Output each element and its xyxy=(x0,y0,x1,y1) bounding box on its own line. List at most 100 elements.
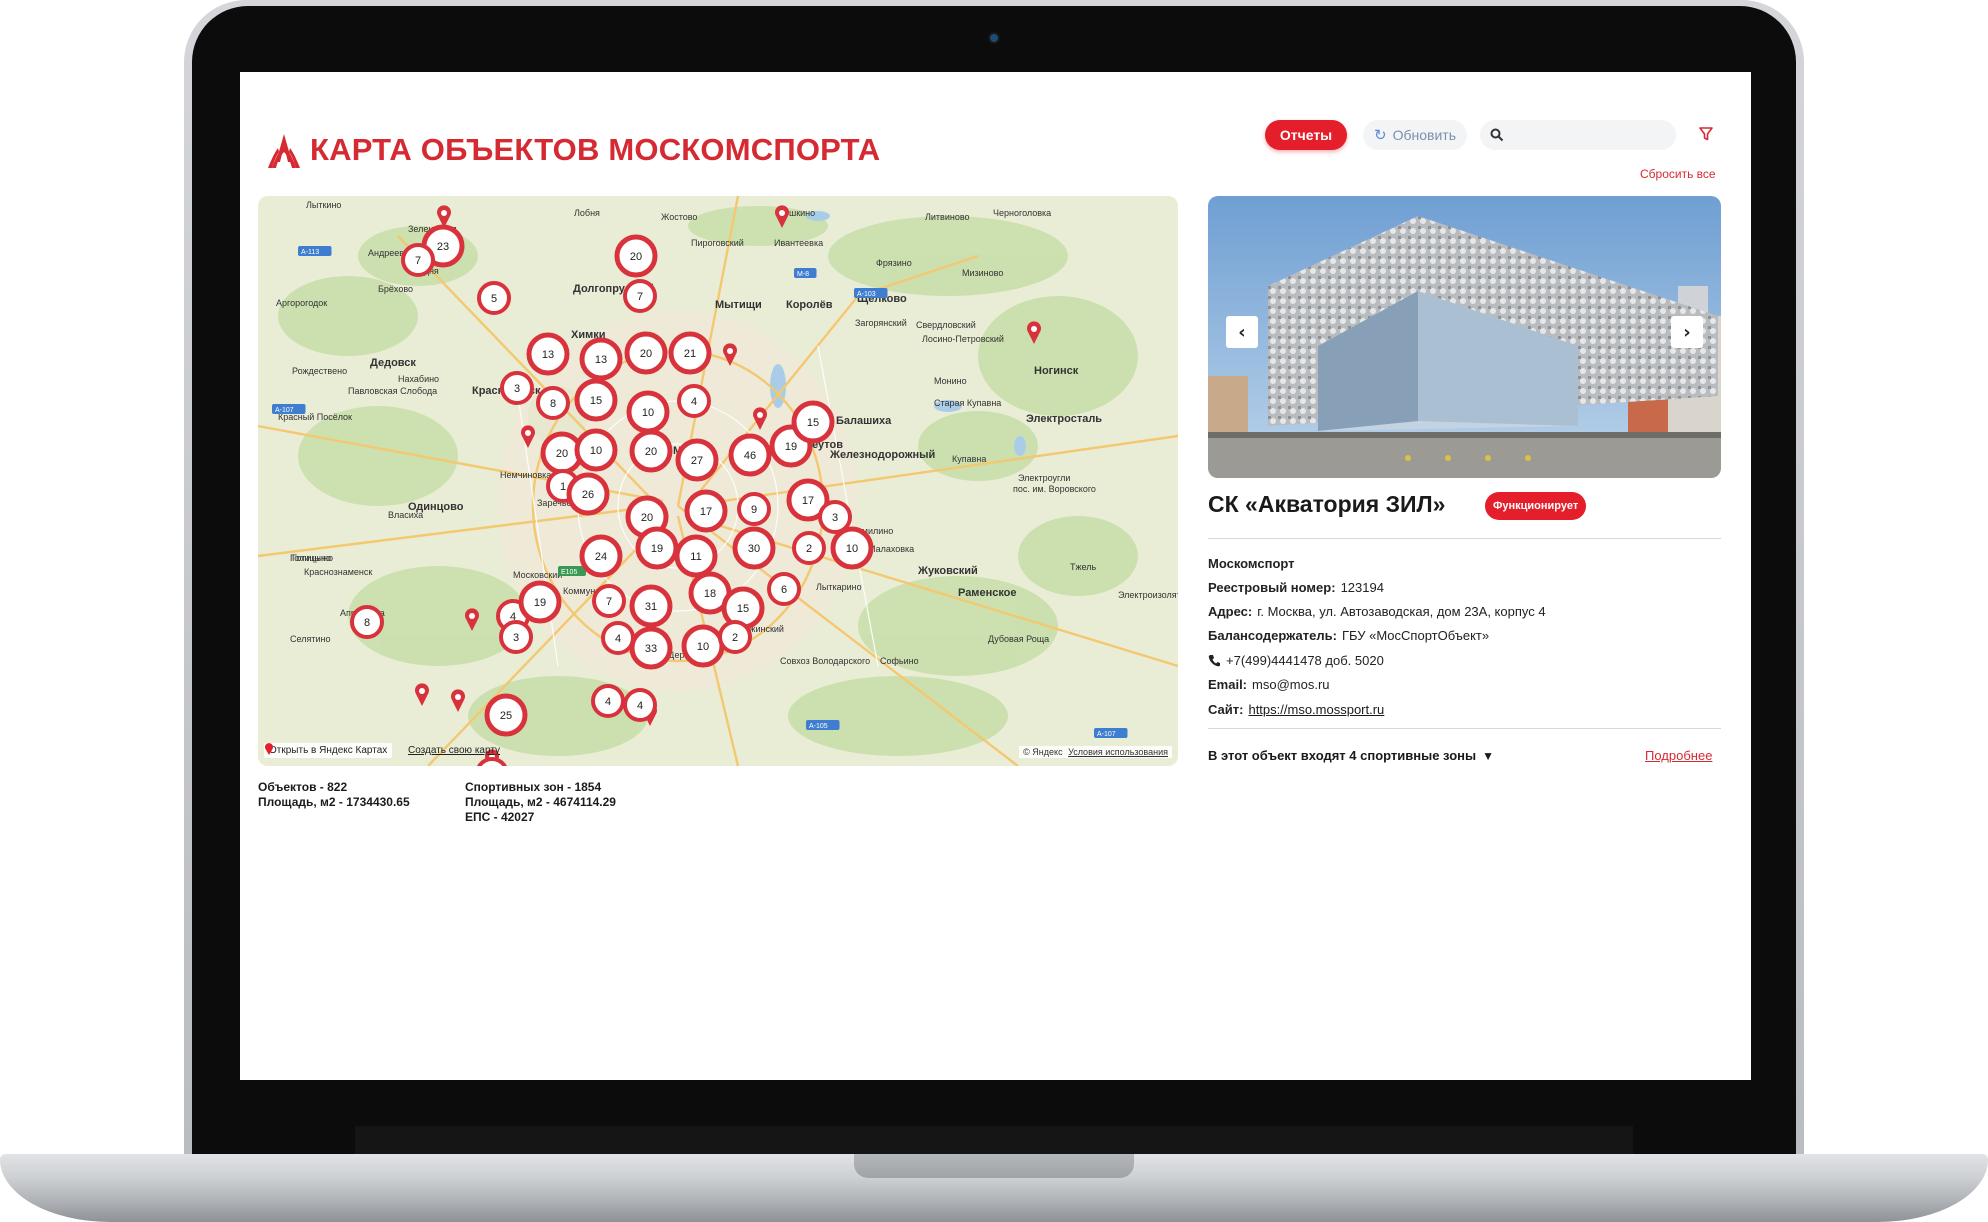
map-cluster[interactable]: 10 xyxy=(626,390,670,434)
photo-prev-button[interactable]: ‹ xyxy=(1226,316,1258,348)
place-label: Лобня xyxy=(574,208,600,218)
building-photo xyxy=(1208,196,1721,478)
svg-text:A-113: A-113 xyxy=(301,249,319,256)
holder-label: Балансодержатель: xyxy=(1208,628,1337,643)
map-cluster[interactable]: 4 xyxy=(601,621,635,655)
reset-all-link[interactable]: Сбросить все xyxy=(1640,167,1716,181)
map-cluster[interactable]: 20 xyxy=(614,234,658,278)
reports-button[interactable]: Отчеты xyxy=(1265,120,1347,150)
map-cluster[interactable]: 2 xyxy=(718,620,752,654)
map-cluster[interactable]: 19 xyxy=(635,526,679,570)
map-cluster[interactable]: 3 xyxy=(818,500,852,534)
email-value[interactable]: mso@mos.ru xyxy=(1252,677,1330,692)
filter-icon[interactable] xyxy=(1698,126,1714,142)
map-cluster[interactable]: 10 xyxy=(830,526,874,570)
photo-next-button[interactable]: › xyxy=(1671,316,1703,348)
more-details-link[interactable]: Подробнее xyxy=(1645,748,1712,763)
map-cluster[interactable]: 13 xyxy=(579,337,623,381)
page-title: КАРТА ОБЪЕКТОВ МОСКОМСПОРТА xyxy=(310,132,881,167)
map-cluster-count: 10 xyxy=(697,641,709,653)
object-photo: ‹ › xyxy=(1208,196,1721,478)
map-cluster[interactable]: 33 xyxy=(629,626,673,670)
map-cluster-count: 27 xyxy=(691,455,703,467)
svg-text:A-103: A-103 xyxy=(857,291,876,298)
create-map-link[interactable]: Создать свою карту xyxy=(408,745,500,756)
address-label: Адрес: xyxy=(1208,604,1253,619)
map-cluster[interactable]: 3 xyxy=(500,371,534,405)
map-cluster-count: 4 xyxy=(691,396,697,408)
map-cluster[interactable]: 10 xyxy=(574,428,618,472)
map-cluster[interactable]: 27 xyxy=(675,438,719,482)
map-cluster-count: 15 xyxy=(590,395,602,407)
map-cluster[interactable]: 4 xyxy=(677,384,711,418)
place-label: Свердловский xyxy=(916,320,976,330)
map-cluster[interactable]: 25 xyxy=(484,693,528,737)
map-cluster[interactable]: 7 xyxy=(592,584,626,618)
map-cluster-count: 20 xyxy=(641,512,653,524)
phone-value[interactable]: +7(499)4441478 доб. 5020 xyxy=(1226,653,1384,668)
objects-map[interactable]: ЛыткиноЗеленоградАндреевкаСходняБрёховоА… xyxy=(258,196,1178,766)
place-label: Власиха xyxy=(388,510,423,520)
holder-value: ГБУ «МосСпортОбъект» xyxy=(1341,628,1490,643)
place-label: Тжель xyxy=(1070,562,1096,572)
search-input[interactable] xyxy=(1510,126,1674,144)
place-label: Черноголовка xyxy=(993,208,1051,218)
place-label: Мытищи xyxy=(715,299,762,311)
place-label: Рождествено xyxy=(292,366,347,376)
map-terms-link[interactable]: Условия использования xyxy=(1068,747,1168,757)
map-cluster[interactable]: 7 xyxy=(623,279,657,313)
road-badge: A-107 xyxy=(272,404,306,414)
map-cluster[interactable]: 7 xyxy=(401,243,435,277)
map-cluster[interactable]: 4 xyxy=(623,688,657,722)
road-badge: A-107 xyxy=(1094,728,1128,738)
map-cluster[interactable]: 24 xyxy=(579,534,623,578)
map-cluster[interactable]: 17 xyxy=(684,489,728,533)
moskomsport-logo-icon xyxy=(268,134,300,168)
laptop-notch xyxy=(854,1154,1134,1178)
place-label: Электроугли xyxy=(1018,473,1070,483)
map-cluster[interactable]: 15 xyxy=(791,400,835,444)
map-pin-icon xyxy=(265,743,273,755)
map-cluster[interactable]: 31 xyxy=(629,584,673,628)
map-cluster[interactable]: 15 xyxy=(574,378,618,422)
map-cluster[interactable]: 30 xyxy=(732,526,776,570)
map-cluster[interactable]: 4 xyxy=(591,684,625,718)
open-in-yandex-maps-link[interactable]: Открыть в Яндекс Картах xyxy=(264,743,393,758)
map-cluster[interactable]: 11 xyxy=(674,534,718,578)
site-row: Сайт: https://mso.mossport.ru xyxy=(1208,702,1384,717)
registry-label: Реестровый номер: xyxy=(1208,580,1336,595)
address-value: г. Москва, ул. Автозаводская, дом 23А, к… xyxy=(1257,604,1546,619)
map-cluster[interactable]: 3 xyxy=(499,620,533,654)
map-canvas[interactable]: ЛыткиноЗеленоградАндреевкаСходняБрёховоА… xyxy=(258,196,1178,766)
objects-stats: Объектов - 822 Площадь, м2 - 1734430.65 xyxy=(258,780,410,810)
map-cluster[interactable]: 46 xyxy=(728,433,772,477)
place-label: Старая Купавна xyxy=(934,398,1001,408)
map-cluster-count: 4 xyxy=(605,696,611,708)
map-cluster[interactable]: 8 xyxy=(536,386,570,420)
place-label: Балашиха xyxy=(836,415,892,427)
place-label: Раменское xyxy=(958,587,1017,599)
map-cluster[interactable]: 9 xyxy=(737,492,771,526)
chevron-down-icon[interactable]: ▼ xyxy=(1482,749,1494,763)
map-cluster[interactable]: 20 xyxy=(629,429,673,473)
map-cluster[interactable]: 8 xyxy=(350,605,384,639)
site-label: Сайт: xyxy=(1208,702,1244,717)
map-cluster[interactable]: 10 xyxy=(681,624,725,668)
map-cluster[interactable]: 21 xyxy=(668,331,712,375)
place-label: Литвиново xyxy=(925,212,970,222)
map-cluster[interactable]: 26 xyxy=(566,472,610,516)
eps-count: ЕПС - 42027 xyxy=(465,810,535,824)
map-cluster[interactable]: 6 xyxy=(767,572,801,606)
map-cluster-count: 2 xyxy=(806,543,812,555)
zones-row[interactable]: В этот объект входят 4 спортивные зоны ▼ xyxy=(1208,748,1494,763)
map-cluster[interactable]: 20 xyxy=(624,331,668,375)
map-cluster[interactable]: 19 xyxy=(518,580,562,624)
map-cluster-count: 19 xyxy=(785,441,797,453)
zones-stats: Спортивных зон - 1854 Площадь, м2 - 4674… xyxy=(465,780,616,825)
refresh-button[interactable]: ↻ Обновить xyxy=(1363,120,1467,150)
map-cluster[interactable]: 13 xyxy=(526,332,570,376)
map-cluster-count: 7 xyxy=(415,255,421,267)
site-link[interactable]: https://mso.mossport.ru xyxy=(1248,702,1384,717)
map-cluster[interactable]: 2 xyxy=(792,531,826,565)
map-cluster[interactable]: 5 xyxy=(477,281,511,315)
